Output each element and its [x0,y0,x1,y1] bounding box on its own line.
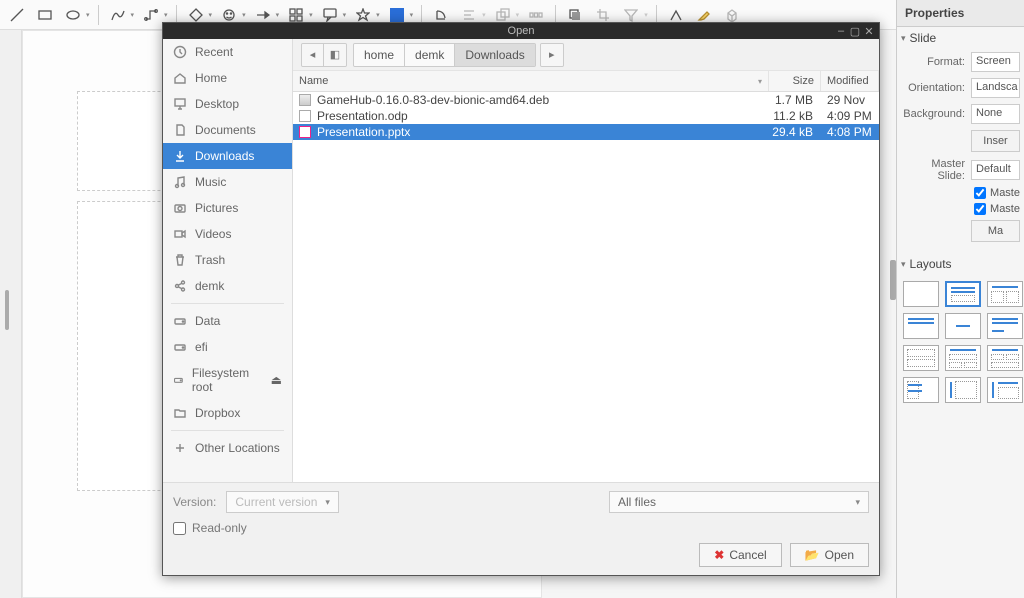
format-label: Format: [901,56,965,68]
crumb-home[interactable]: home [354,44,405,66]
sidebar-item-dropbox[interactable]: Dropbox [163,400,292,426]
layout-centered[interactable] [945,313,981,339]
sidebar-item-recent[interactable]: Recent [163,39,292,65]
orientation-field[interactable]: Landsca [971,78,1020,98]
file-row[interactable]: GameHub-0.16.0-83-dev-bionic-amd64.deb 1.… [293,92,879,108]
sidebar-item-efi[interactable]: efi [163,334,292,360]
dialog-footer: Version: Current version▾ All files▾ Rea… [163,482,879,575]
rect-tool-icon[interactable] [34,4,56,26]
sidebar-item-downloads[interactable]: Downloads [163,143,292,169]
layout-l12[interactable] [987,377,1023,403]
layout-title-content[interactable] [945,281,981,307]
master-bg-checkbox[interactable] [974,187,986,199]
background-field[interactable]: None [971,104,1020,124]
slide-panel-collapsed[interactable] [0,30,22,598]
ellipse-tool-icon[interactable] [62,4,84,26]
properties-panel: Properties Slide Format: Screen Orientati… [896,0,1024,598]
eject-icon[interactable]: ⏏ [271,373,282,387]
nav-back-button[interactable]: ◂ [302,44,324,66]
sidebar-item-desktop[interactable]: Desktop [163,91,292,117]
layouts-group-header[interactable]: Layouts [897,253,1024,275]
layout-l9[interactable] [987,345,1023,371]
right-panel-handle[interactable] [890,260,896,300]
sidebar-item-pictures[interactable]: Pictures [163,195,292,221]
dialog-titlebar[interactable]: Open – ▢ ✕ [163,23,879,39]
sidebar-item-data[interactable]: Data [163,308,292,334]
sidebar-item-documents[interactable]: Documents [163,117,292,143]
master-slide-label: Master Slide: [901,158,965,182]
window-minimize-icon[interactable]: – [835,25,847,37]
dialog-title: Open [508,25,535,37]
orientation-label: Orientation: [901,82,965,94]
properties-title: Properties [897,0,1024,27]
slide-group-header[interactable]: Slide [897,27,1024,49]
sidebar-item-home[interactable]: Home [163,65,292,91]
layout-title-only[interactable] [903,313,939,339]
layouts-grid [897,275,1024,409]
insert-image-button[interactable]: Inser [971,130,1020,152]
sidebar-item-demk[interactable]: demk [163,273,292,299]
layout-blank[interactable] [903,281,939,307]
master-slide-button[interactable]: Ma [971,220,1020,242]
layout-l7[interactable] [903,345,939,371]
window-maximize-icon[interactable]: ▢ [849,25,861,37]
sidebar-item-fsroot[interactable]: Filesystem root⏏ [163,360,292,400]
file-size: 29.4 kB [769,125,821,139]
connector-tool-icon[interactable] [140,4,162,26]
version-combo[interactable]: Current version▾ [226,491,339,513]
open-button[interactable]: 📂Open [790,543,869,567]
open-dialog: Open – ▢ ✕ RecentHomeDesktopDocumentsDow… [162,22,880,576]
layout-l11[interactable] [945,377,981,403]
file-icon [299,110,311,122]
layout-two-col[interactable] [987,313,1023,339]
col-size: Size [769,71,821,91]
background-label: Background: [901,108,965,120]
window-close-icon[interactable]: ✕ [863,25,875,37]
file-row[interactable]: Presentation.pptx 29.4 kB4:08 PM [293,124,879,140]
nav-home-button[interactable]: ◧ [324,44,346,66]
format-field[interactable]: Screen [971,52,1020,72]
crumb-demk[interactable]: demk [405,44,455,66]
file-name: Presentation.pptx [317,125,410,139]
file-name: GameHub-0.16.0-83-dev-bionic-amd64.deb [317,93,549,107]
file-name: Presentation.odp [317,109,408,123]
file-size: 1.7 MB [769,93,821,107]
file-list-header[interactable]: Name▾ Size Modified [293,71,879,92]
file-icon [299,126,311,138]
master-obj-checkbox[interactable] [974,203,986,215]
sidebar-item-videos[interactable]: Videos [163,221,292,247]
readonly-checkbox[interactable]: Read-only [173,521,247,535]
sidebar-item-trash[interactable]: Trash [163,247,292,273]
sidebar-item-other[interactable]: Other Locations [163,435,292,461]
line-tool-icon[interactable] [6,4,28,26]
master-slide-field[interactable]: Default [971,160,1020,180]
breadcrumb: homedemkDownloads [353,43,536,67]
file-modified: 29 Nov [821,93,879,107]
file-type-combo[interactable]: All files▾ [609,491,869,513]
file-modified: 4:08 PM [821,125,879,139]
nav-forward-button[interactable]: ▸ [541,44,563,66]
file-list: Name▾ Size Modified GameHub-0.16.0-83-de… [293,71,879,482]
places-sidebar: RecentHomeDesktopDocumentsDownloadsMusic… [163,39,293,482]
curve-tool-icon[interactable] [107,4,129,26]
version-label: Version: [173,495,216,509]
path-bar: ◂ ◧ homedemkDownloads ▸ [293,39,879,71]
crumb-Downloads[interactable]: Downloads [455,44,534,66]
col-modified: Modified [821,71,879,91]
file-row[interactable]: Presentation.odp 11.2 kB4:09 PM [293,108,879,124]
sidebar-item-music[interactable]: Music [163,169,292,195]
file-icon [299,94,311,106]
file-size: 11.2 kB [769,109,821,123]
col-name: Name▾ [293,71,769,91]
layout-l10[interactable] [903,377,939,403]
layout-two-content[interactable] [987,281,1023,307]
file-modified: 4:09 PM [821,109,879,123]
cancel-button[interactable]: ✖Cancel [699,543,781,567]
layout-l8[interactable] [945,345,981,371]
